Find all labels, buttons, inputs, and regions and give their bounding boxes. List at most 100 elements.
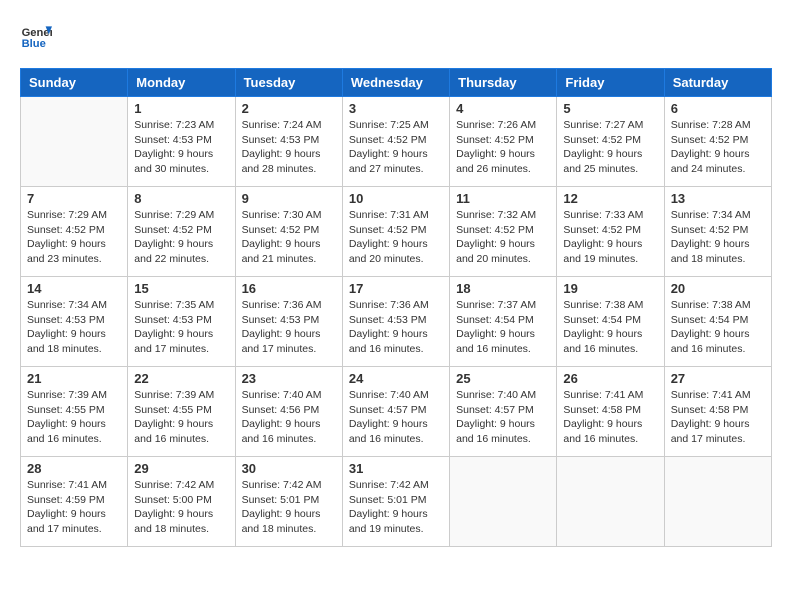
calendar-cell: 14Sunrise: 7:34 AMSunset: 4:53 PMDayligh… [21, 277, 128, 367]
day-number: 23 [242, 371, 336, 386]
calendar-cell: 22 Sunrise: 7:39 AMSunset: 4:55 PMDayligh… [128, 367, 235, 457]
day-number: 17 [349, 281, 443, 296]
calendar-cell: 28 Sunrise: 7:41 AMSunset: 4:59 PMDayligh… [21, 457, 128, 547]
day-number: 25 [456, 371, 550, 386]
calendar-week-2: 14Sunrise: 7:34 AMSunset: 4:53 PMDayligh… [21, 277, 772, 367]
day-number: 5 [563, 101, 657, 116]
day-number: 20 [671, 281, 765, 296]
calendar-cell: 29 Sunrise: 7:42 AMSunset: 5:00 PMDayligh… [128, 457, 235, 547]
day-info: Sunrise: 7:40 AMSunset: 4:57 PMDaylight:… [349, 388, 443, 447]
calendar-cell: 11 Sunrise: 7:32 AMSunset: 4:52 PMDayligh… [450, 187, 557, 277]
calendar-cell: 20Sunrise: 7:38 AMSunset: 4:54 PMDayligh… [664, 277, 771, 367]
calendar-week-0: 1 Sunrise: 7:23 AMSunset: 4:53 PMDaylight… [21, 97, 772, 187]
calendar-cell: 19 Sunrise: 7:38 AMSunset: 4:54 PMDayligh… [557, 277, 664, 367]
calendar-cell: 30Sunrise: 7:42 AMSunset: 5:01 PMDayligh… [235, 457, 342, 547]
day-info: Sunrise: 7:33 AMSunset: 4:52 PMDaylight:… [563, 208, 657, 267]
day-info: Sunrise: 7:29 AMSunset: 4:52 PMDaylight:… [134, 208, 228, 267]
calendar-cell: 16 Sunrise: 7:36 AMSunset: 4:53 PMDayligh… [235, 277, 342, 367]
day-info: Sunrise: 7:26 AMSunset: 4:52 PMDaylight:… [456, 118, 550, 177]
header-saturday: Saturday [664, 69, 771, 97]
page-header: General Blue [20, 20, 772, 52]
calendar-cell: 3 Sunrise: 7:25 AMSunset: 4:52 PMDaylight… [342, 97, 449, 187]
day-info: Sunrise: 7:24 AMSunset: 4:53 PMDaylight:… [242, 118, 336, 177]
calendar-cell [450, 457, 557, 547]
day-number: 26 [563, 371, 657, 386]
calendar-cell [21, 97, 128, 187]
day-number: 31 [349, 461, 443, 476]
day-number: 15 [134, 281, 228, 296]
calendar-table: SundayMondayTuesdayWednesdayThursdayFrid… [20, 68, 772, 547]
calendar-cell: 9 Sunrise: 7:30 AMSunset: 4:52 PMDaylight… [235, 187, 342, 277]
day-number: 10 [349, 191, 443, 206]
day-info: Sunrise: 7:39 AMSunset: 4:55 PMDaylight:… [27, 388, 121, 447]
header-wednesday: Wednesday [342, 69, 449, 97]
day-number: 28 [27, 461, 121, 476]
day-info: Sunrise: 7:41 AMSunset: 4:58 PMDaylight:… [563, 388, 657, 447]
logo-icon: General Blue [20, 20, 52, 52]
day-info: Sunrise: 7:34 AMSunset: 4:53 PMDaylight:… [27, 298, 121, 357]
calendar-cell: 21 Sunrise: 7:39 AMSunset: 4:55 PMDayligh… [21, 367, 128, 457]
logo: General Blue [20, 20, 52, 52]
day-info: Sunrise: 7:32 AMSunset: 4:52 PMDaylight:… [456, 208, 550, 267]
day-info: Sunrise: 7:39 AMSunset: 4:55 PMDaylight:… [134, 388, 228, 447]
calendar-cell: 1 Sunrise: 7:23 AMSunset: 4:53 PMDaylight… [128, 97, 235, 187]
calendar-cell: 25Sunrise: 7:40 AMSunset: 4:57 PMDayligh… [450, 367, 557, 457]
day-info: Sunrise: 7:36 AMSunset: 4:53 PMDaylight:… [242, 298, 336, 357]
calendar-cell: 13Sunrise: 7:34 AMSunset: 4:52 PMDayligh… [664, 187, 771, 277]
day-number: 16 [242, 281, 336, 296]
day-number: 18 [456, 281, 550, 296]
day-info: Sunrise: 7:38 AMSunset: 4:54 PMDaylight:… [563, 298, 657, 357]
calendar-week-1: 7Sunrise: 7:29 AMSunset: 4:52 PMDaylight… [21, 187, 772, 277]
day-number: 9 [242, 191, 336, 206]
header-sunday: Sunday [21, 69, 128, 97]
header-friday: Friday [557, 69, 664, 97]
day-number: 22 [134, 371, 228, 386]
day-info: Sunrise: 7:41 AMSunset: 4:58 PMDaylight:… [671, 388, 765, 447]
day-info: Sunrise: 7:29 AMSunset: 4:52 PMDaylight:… [27, 208, 121, 267]
calendar-cell: 31 Sunrise: 7:42 AMSunset: 5:01 PMDayligh… [342, 457, 449, 547]
day-number: 19 [563, 281, 657, 296]
calendar-cell: 2 Sunrise: 7:24 AMSunset: 4:53 PMDaylight… [235, 97, 342, 187]
day-number: 3 [349, 101, 443, 116]
calendar-cell: 4 Sunrise: 7:26 AMSunset: 4:52 PMDaylight… [450, 97, 557, 187]
day-info: Sunrise: 7:28 AMSunset: 4:52 PMDaylight:… [671, 118, 765, 177]
day-info: Sunrise: 7:30 AMSunset: 4:52 PMDaylight:… [242, 208, 336, 267]
calendar-cell: 15Sunrise: 7:35 AMSunset: 4:53 PMDayligh… [128, 277, 235, 367]
day-info: Sunrise: 7:42 AMSunset: 5:01 PMDaylight:… [349, 478, 443, 537]
calendar-header-row: SundayMondayTuesdayWednesdayThursdayFrid… [21, 69, 772, 97]
calendar-cell: 18Sunrise: 7:37 AMSunset: 4:54 PMDayligh… [450, 277, 557, 367]
calendar-cell: 8 Sunrise: 7:29 AMSunset: 4:52 PMDaylight… [128, 187, 235, 277]
day-info: Sunrise: 7:42 AMSunset: 5:00 PMDaylight:… [134, 478, 228, 537]
day-info: Sunrise: 7:27 AMSunset: 4:52 PMDaylight:… [563, 118, 657, 177]
day-number: 6 [671, 101, 765, 116]
calendar-cell: 5 Sunrise: 7:27 AMSunset: 4:52 PMDaylight… [557, 97, 664, 187]
calendar-week-4: 28 Sunrise: 7:41 AMSunset: 4:59 PMDayligh… [21, 457, 772, 547]
calendar-cell: 26 Sunrise: 7:41 AMSunset: 4:58 PMDayligh… [557, 367, 664, 457]
day-info: Sunrise: 7:31 AMSunset: 4:52 PMDaylight:… [349, 208, 443, 267]
day-info: Sunrise: 7:23 AMSunset: 4:53 PMDaylight:… [134, 118, 228, 177]
day-number: 8 [134, 191, 228, 206]
day-number: 11 [456, 191, 550, 206]
header-monday: Monday [128, 69, 235, 97]
day-number: 2 [242, 101, 336, 116]
day-info: Sunrise: 7:42 AMSunset: 5:01 PMDaylight:… [242, 478, 336, 537]
calendar-cell: 10 Sunrise: 7:31 AMSunset: 4:52 PMDayligh… [342, 187, 449, 277]
day-info: Sunrise: 7:25 AMSunset: 4:52 PMDaylight:… [349, 118, 443, 177]
day-number: 29 [134, 461, 228, 476]
day-number: 21 [27, 371, 121, 386]
day-number: 4 [456, 101, 550, 116]
day-number: 13 [671, 191, 765, 206]
calendar-cell [557, 457, 664, 547]
day-number: 12 [563, 191, 657, 206]
header-thursday: Thursday [450, 69, 557, 97]
calendar-cell: 27Sunrise: 7:41 AMSunset: 4:58 PMDayligh… [664, 367, 771, 457]
day-info: Sunrise: 7:41 AMSunset: 4:59 PMDaylight:… [27, 478, 121, 537]
day-number: 1 [134, 101, 228, 116]
calendar-cell: 6 Sunrise: 7:28 AMSunset: 4:52 PMDaylight… [664, 97, 771, 187]
calendar-cell: 17Sunrise: 7:36 AMSunset: 4:53 PMDayligh… [342, 277, 449, 367]
calendar-cell: 23 Sunrise: 7:40 AMSunset: 4:56 PMDayligh… [235, 367, 342, 457]
day-info: Sunrise: 7:40 AMSunset: 4:56 PMDaylight:… [242, 388, 336, 447]
svg-text:Blue: Blue [22, 38, 46, 50]
calendar-cell: 24Sunrise: 7:40 AMSunset: 4:57 PMDayligh… [342, 367, 449, 457]
calendar-cell: 12 Sunrise: 7:33 AMSunset: 4:52 PMDayligh… [557, 187, 664, 277]
